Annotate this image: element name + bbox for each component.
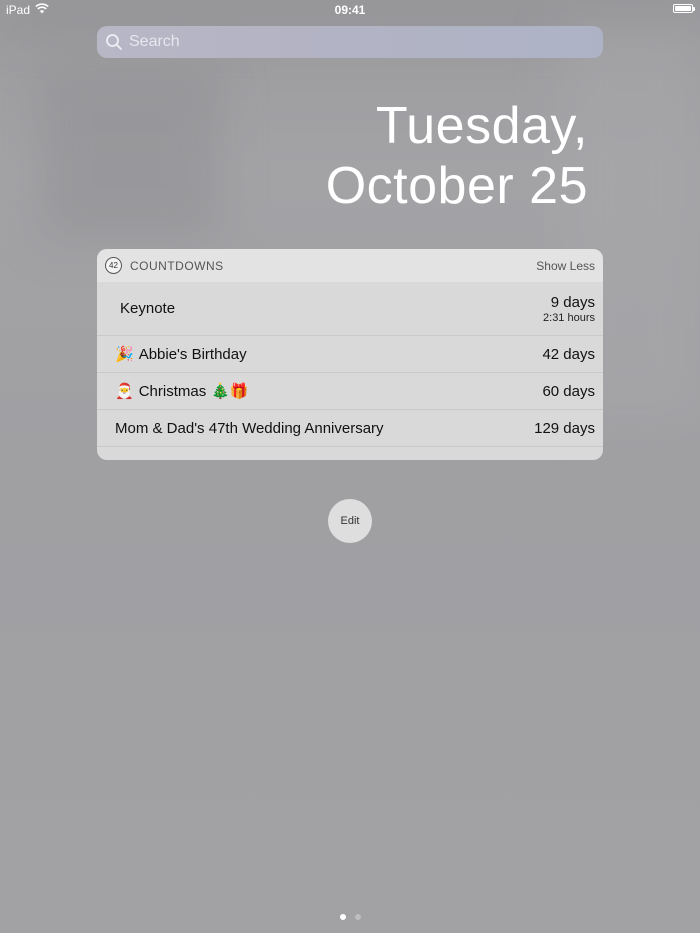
item-name-group: 🎉 Abbie's Birthday <box>115 345 247 364</box>
item-countdown: 129 days <box>534 420 595 437</box>
search-icon <box>105 33 123 51</box>
item-name: Christmas <box>138 382 207 400</box>
item-name: Keynote <box>120 300 176 317</box>
background-blur <box>40 60 220 240</box>
item-name-group: Keynote <box>115 300 175 317</box>
item-name-group: 🎅 Christmas 🎄🎁 <box>115 382 249 401</box>
date-label: October 25 <box>325 157 588 215</box>
countdown-item-abbies-birthday[interactable]: 🎉 Abbie's Birthday 42 days <box>97 336 603 373</box>
widget-title: COUNTDOWNS <box>130 258 224 273</box>
show-less-button[interactable]: Show Less <box>536 259 595 273</box>
party-popper-icon: 🎉 <box>115 346 134 363</box>
status-bar: iPad 09:41 <box>0 0 700 20</box>
item-countdown: 9 days 2:31 hours <box>543 294 595 324</box>
page-indicator[interactable] <box>0 914 700 920</box>
item-days: 60 days <box>542 382 595 400</box>
item-hours: 2:31 hours <box>543 311 595 324</box>
item-days: 9 days <box>550 293 595 311</box>
countdowns-app-icon[interactable]: 42 <box>105 257 122 274</box>
item-countdown: 60 days <box>542 383 595 400</box>
countdown-item-anniversary[interactable]: Mom & Dad's 47th Wedding Anniversary 129… <box>97 410 603 447</box>
item-days: 129 days <box>534 419 595 437</box>
page-dot-active[interactable] <box>339 914 346 920</box>
weekday-label: Tuesday, <box>375 97 588 155</box>
edit-button[interactable]: Edit <box>328 499 372 543</box>
item-days: 42 days <box>542 345 595 363</box>
item-name: Mom & Dad's 47th Wedding Anniversary <box>115 419 384 437</box>
item-name-group: Mom & Dad's 47th Wedding Anniversary <box>115 420 384 437</box>
search-placeholder[interactable]: Search <box>129 33 180 51</box>
search-bar[interactable]: Search <box>97 26 603 58</box>
countdown-item-christmas[interactable]: 🎅 Christmas 🎄🎁 60 days <box>97 373 603 410</box>
status-time: 09:41 <box>334 3 366 17</box>
countdowns-widget: 42 COUNTDOWNS Show Less Keynote 9 days 2… <box>97 249 603 460</box>
date-display: Tuesday, October 25 <box>326 96 588 216</box>
page-dot[interactable] <box>354 914 361 920</box>
countdown-list: Keynote 9 days 2:31 hours 🎉 Abbie's Birt… <box>97 282 603 447</box>
battery-icon <box>673 4 695 13</box>
item-name: Abbie's Birthday <box>138 345 247 363</box>
app-icon-text: 42 <box>109 261 118 270</box>
santa-icon: 🎅 <box>115 383 134 400</box>
countdown-item-keynote[interactable]: Keynote 9 days 2:31 hours <box>97 282 603 336</box>
widget-header: 42 COUNTDOWNS Show Less <box>97 249 603 282</box>
tree-gift-icon: 🎄🎁 <box>211 383 249 400</box>
item-countdown: 42 days <box>542 346 595 363</box>
